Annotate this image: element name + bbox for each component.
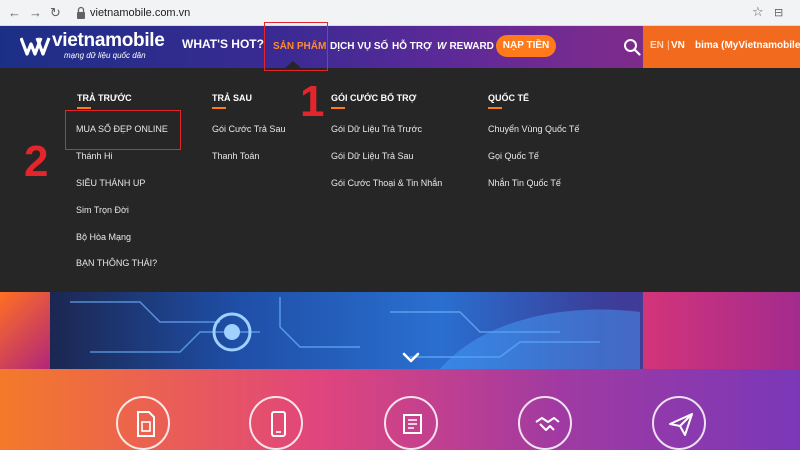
annotation-box-san-pham	[264, 22, 328, 71]
menu-item-goi-cuoc-thoai-tin-nhan[interactable]: Gói Cước Thoại & Tin Nhắn	[331, 178, 442, 189]
menu-item-thanh-hi[interactable]: Thánh Hi	[76, 151, 113, 162]
logo-text[interactable]: vietnamobile	[52, 31, 165, 51]
nap-tien-button[interactable]: NẠP TIỀN	[496, 35, 556, 57]
annotation-box-mua-so-dep	[65, 110, 181, 150]
forward-icon[interactable]: →	[29, 5, 42, 21]
products-mega-menu: TRẢ TRƯỚC MUA SỐ ĐẸP ONLINE Thánh Hi SIÊ…	[0, 68, 800, 292]
nav-reward-label: REWARD	[449, 41, 494, 52]
circuit-pattern	[70, 297, 640, 369]
chevron-down-icon[interactable]	[402, 352, 420, 364]
hero-right-graphic	[643, 292, 800, 369]
lock-icon[interactable]	[75, 6, 87, 20]
logo-tagline: mạng dữ liệu quốc dân	[64, 51, 146, 60]
address-bar[interactable]: vietnamobile.com.vn	[90, 6, 190, 20]
menu-item-goi-cuoc-tra-sau[interactable]: Gói Cước Trả Sau	[212, 124, 285, 135]
handshake-icon[interactable]	[518, 396, 572, 450]
sim-card-icon[interactable]	[116, 396, 170, 450]
menu-heading-quoc-te: QUỐC TẾ	[488, 93, 530, 109]
news-icon[interactable]	[384, 396, 438, 450]
menu-item-ban-thong-thai[interactable]: BẠN THÔNG THÁI?	[76, 258, 157, 269]
menu-item-sieu-thanh-up[interactable]: SIÊU THÁNH UP	[76, 178, 145, 189]
site-header: vietnamobile mạng dữ liệu quốc dân WHAT'…	[0, 26, 800, 68]
annotation-step-1: 1	[300, 77, 325, 126]
services-strip	[0, 369, 800, 450]
reload-icon[interactable]: ↻	[50, 5, 61, 21]
hero-left-graphic	[0, 292, 50, 369]
nav-ho-tro[interactable]: HỖ TRỢ	[392, 40, 432, 53]
lang-en-link[interactable]: EN	[650, 40, 664, 51]
menu-item-bo-hoa-mang[interactable]: Bộ Hòa Mạng	[76, 232, 131, 243]
menu-item-nhan-tin-quoc-te[interactable]: Nhắn Tin Quốc Tế	[488, 178, 561, 189]
hero-banner	[0, 292, 800, 369]
user-account-link[interactable]: bima (MyVietnamobile	[695, 40, 800, 51]
menu-item-goi-du-lieu-tra-truoc[interactable]: Gói Dữ Liệu Trả Trước	[331, 124, 422, 135]
reward-icon: W	[437, 41, 447, 52]
smartphone-icon[interactable]	[249, 396, 303, 450]
menu-item-goi-du-lieu-tra-sau[interactable]: Gói Dữ Liệu Trả Sau	[331, 151, 414, 162]
menu-heading-goi-cuoc-bo-tro: GÓI CƯỚC BỔ TRỢ	[331, 93, 417, 109]
nav-whats-hot[interactable]: WHAT'S HOT?	[182, 38, 264, 51]
nav-dich-vu-so[interactable]: DỊCH VỤ SỐ	[330, 40, 388, 53]
star-icon[interactable]: ☆	[752, 4, 764, 20]
paper-plane-icon[interactable]	[652, 396, 706, 450]
menu-heading-tra-sau: TRẢ SAU	[212, 93, 252, 109]
search-icon[interactable]	[623, 38, 641, 56]
browser-toolbar: ← → ↻ vietnamobile.com.vn ☆ ⊟	[0, 0, 800, 26]
menu-item-goi-quoc-te[interactable]: Gọi Quốc Tế	[488, 151, 539, 162]
menu-heading-tra-truoc: TRẢ TRƯỚC	[77, 93, 132, 109]
menu-item-thanh-toan[interactable]: Thanh Toán	[212, 151, 259, 162]
menu-item-chuyen-vung-quoc-te[interactable]: Chuyển Vùng Quốc Tế	[488, 124, 579, 135]
lang-vn-link[interactable]: VN	[671, 40, 685, 51]
extensions-icon[interactable]: ⊟	[774, 6, 783, 19]
back-icon[interactable]: ←	[8, 5, 21, 21]
logo-mark-icon[interactable]	[20, 35, 54, 57]
annotation-step-2: 2	[24, 137, 49, 186]
lang-separator: |	[667, 40, 670, 51]
nav-reward[interactable]: W REWARD	[437, 40, 494, 53]
menu-item-sim-tron-doi[interactable]: Sim Trọn Đời	[76, 205, 129, 216]
